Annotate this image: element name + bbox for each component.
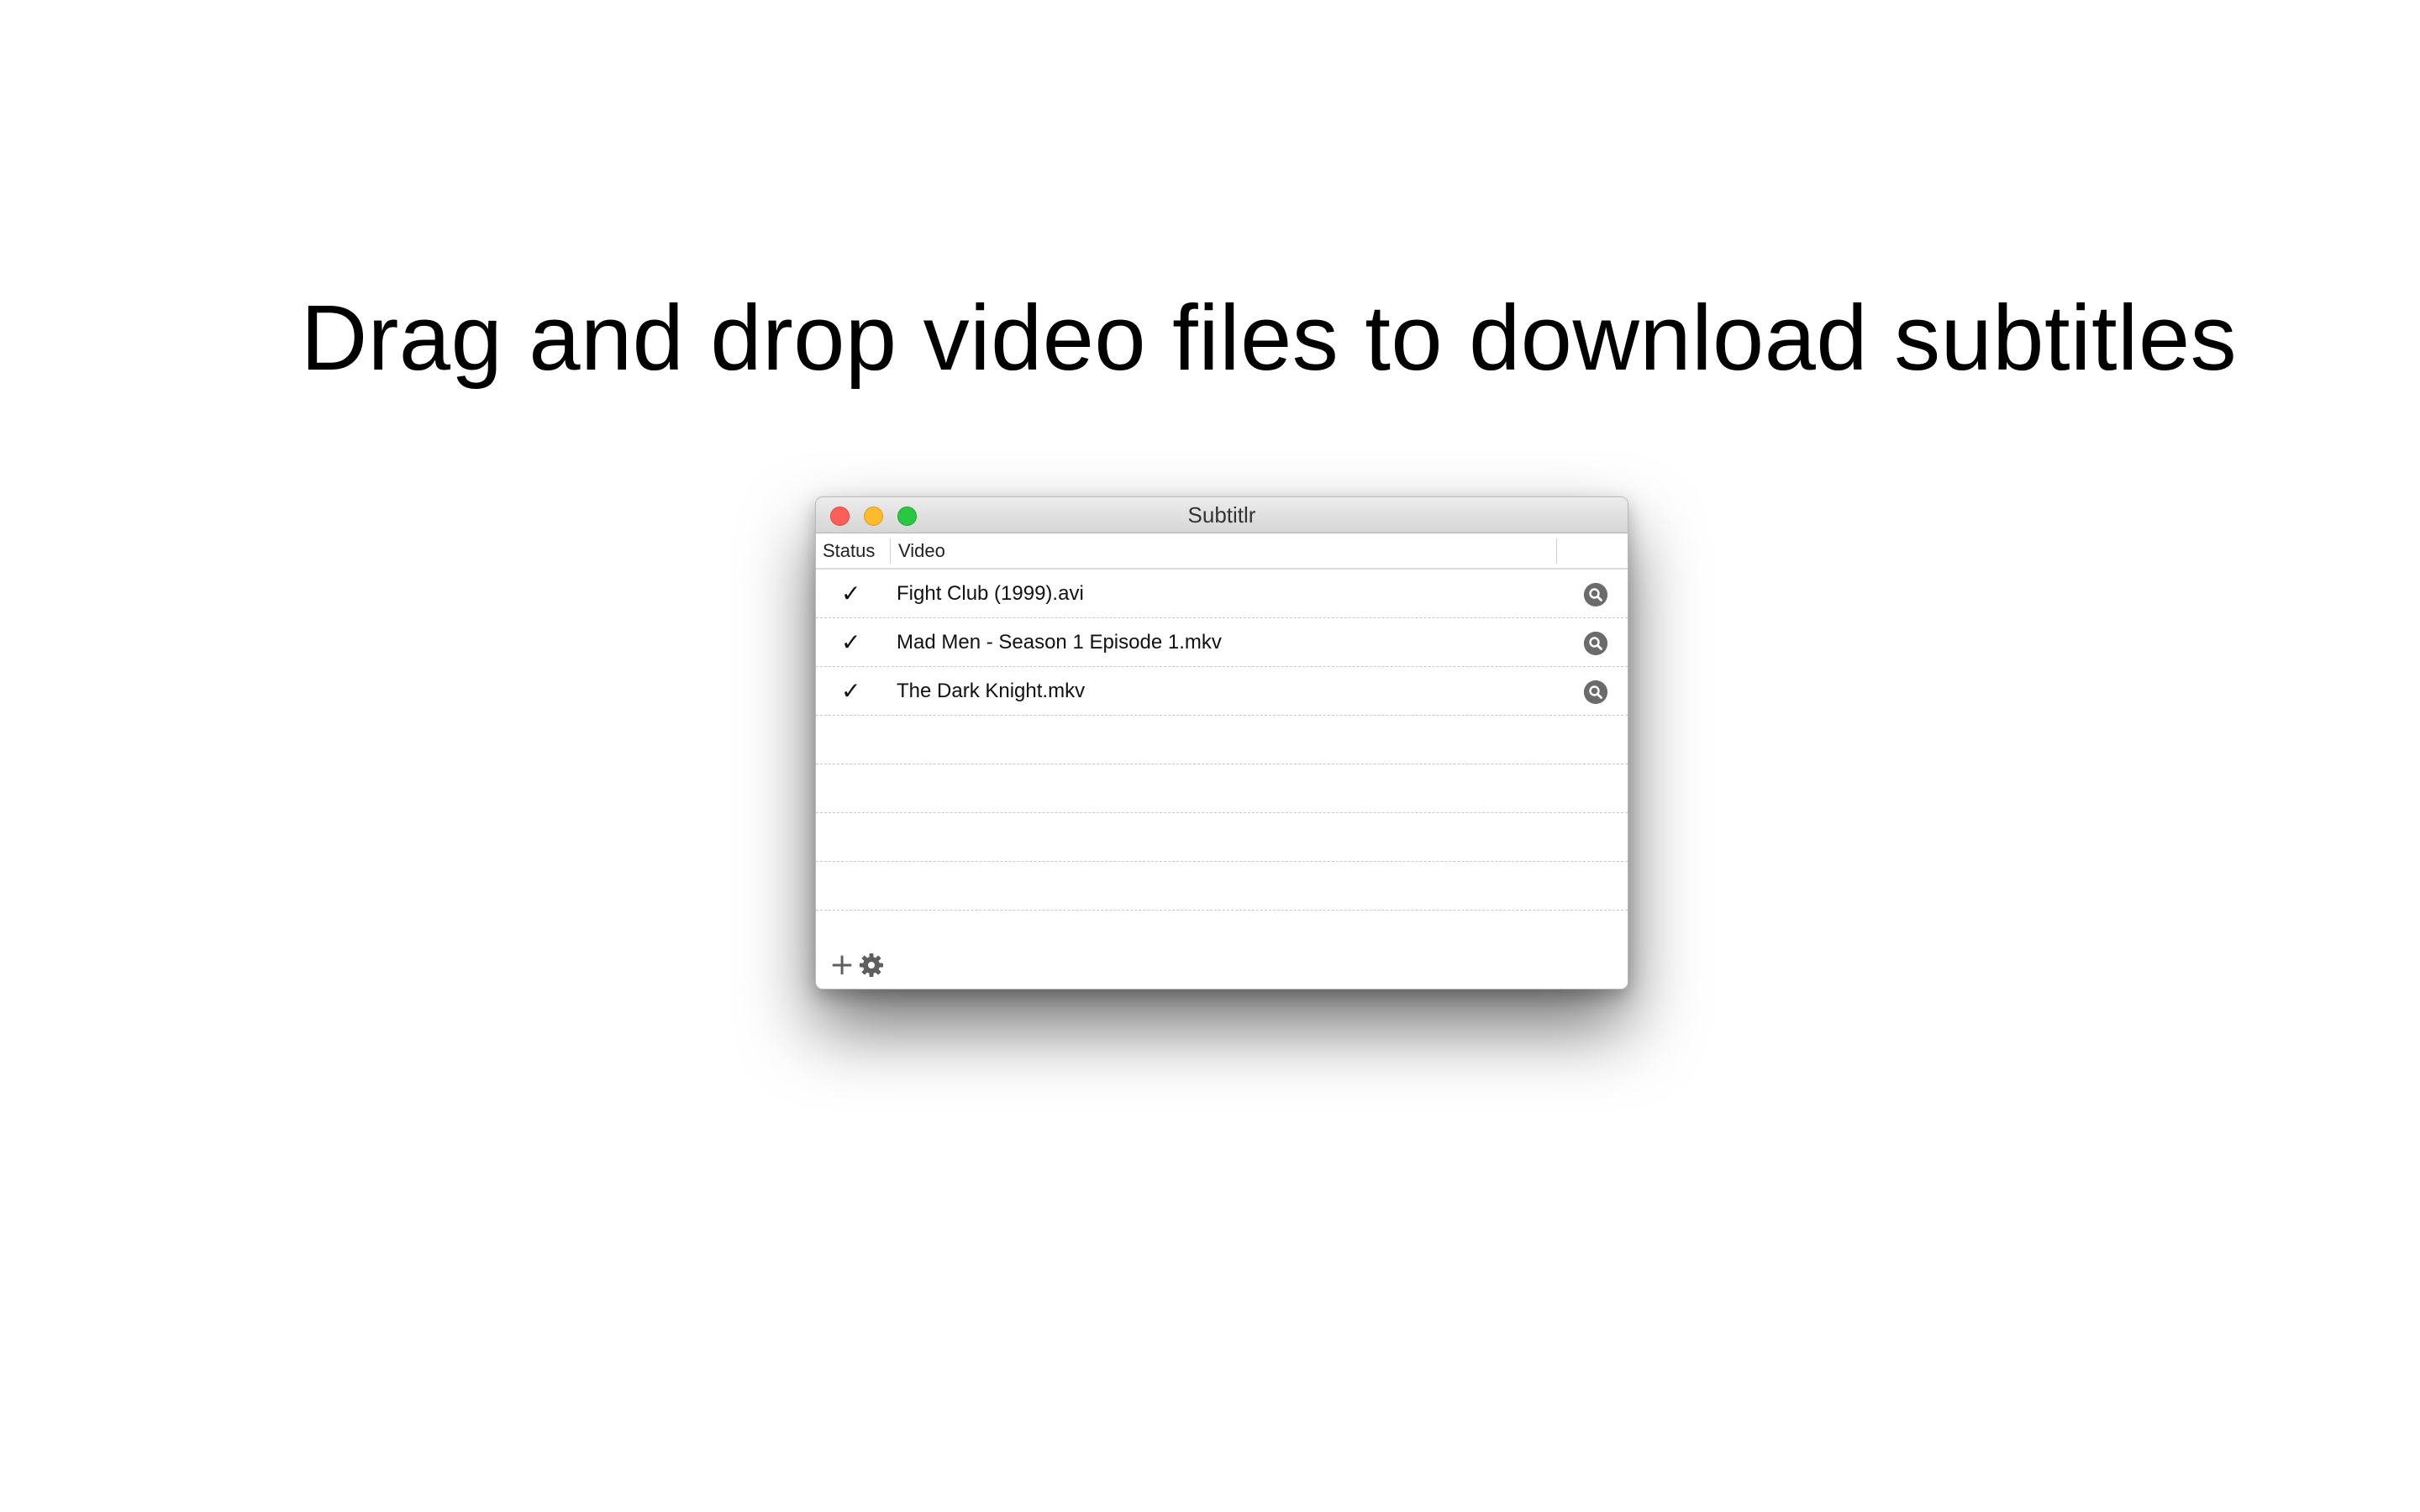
bottom-toolbar: + <box>816 945 1628 989</box>
table-row[interactable]: ✓ The Dark Knight.mkv <box>816 667 1628 716</box>
gear-icon[interactable] <box>858 952 885 979</box>
video-filename: Mad Men - Season 1 Episode 1.mkv <box>897 631 1222 654</box>
video-list: ✓ Fight Club (1999).avi ✓ Mad Men - Seas… <box>816 570 1628 911</box>
maximize-button[interactable] <box>897 507 917 526</box>
add-button[interactable]: + <box>829 950 855 980</box>
title-bar[interactable]: Subtitlr <box>816 497 1628 533</box>
column-header-status[interactable]: Status <box>823 533 875 568</box>
column-divider[interactable] <box>890 538 891 564</box>
checkmark-icon: ✓ <box>841 580 861 606</box>
close-button[interactable] <box>830 507 850 526</box>
table-header: Status Video <box>816 533 1628 570</box>
empty-row[interactable] <box>816 813 1628 862</box>
page-headline: Drag and drop video files to download su… <box>300 286 2238 390</box>
column-header-video[interactable]: Video <box>898 533 945 568</box>
checkmark-icon: ✓ <box>841 629 861 655</box>
search-icon[interactable] <box>1584 632 1607 655</box>
video-filename: Fight Club (1999).avi <box>897 582 1084 605</box>
empty-row[interactable] <box>816 862 1628 911</box>
minimize-button[interactable] <box>864 507 883 526</box>
column-divider[interactable] <box>1556 538 1557 564</box>
video-filename: The Dark Knight.mkv <box>897 680 1086 702</box>
checkmark-icon: ✓ <box>841 678 861 704</box>
window-title: Subtitlr <box>1187 502 1256 528</box>
subtitlr-window: Subtitlr Status Video ✓ Fight Club (1999… <box>815 496 1628 990</box>
table-row[interactable]: ✓ Fight Club (1999).avi <box>816 570 1628 618</box>
empty-row[interactable] <box>816 716 1628 764</box>
table-row[interactable]: ✓ Mad Men - Season 1 Episode 1.mkv <box>816 618 1628 667</box>
search-icon[interactable] <box>1584 680 1607 704</box>
empty-row[interactable] <box>816 764 1628 813</box>
search-icon[interactable] <box>1584 583 1607 606</box>
